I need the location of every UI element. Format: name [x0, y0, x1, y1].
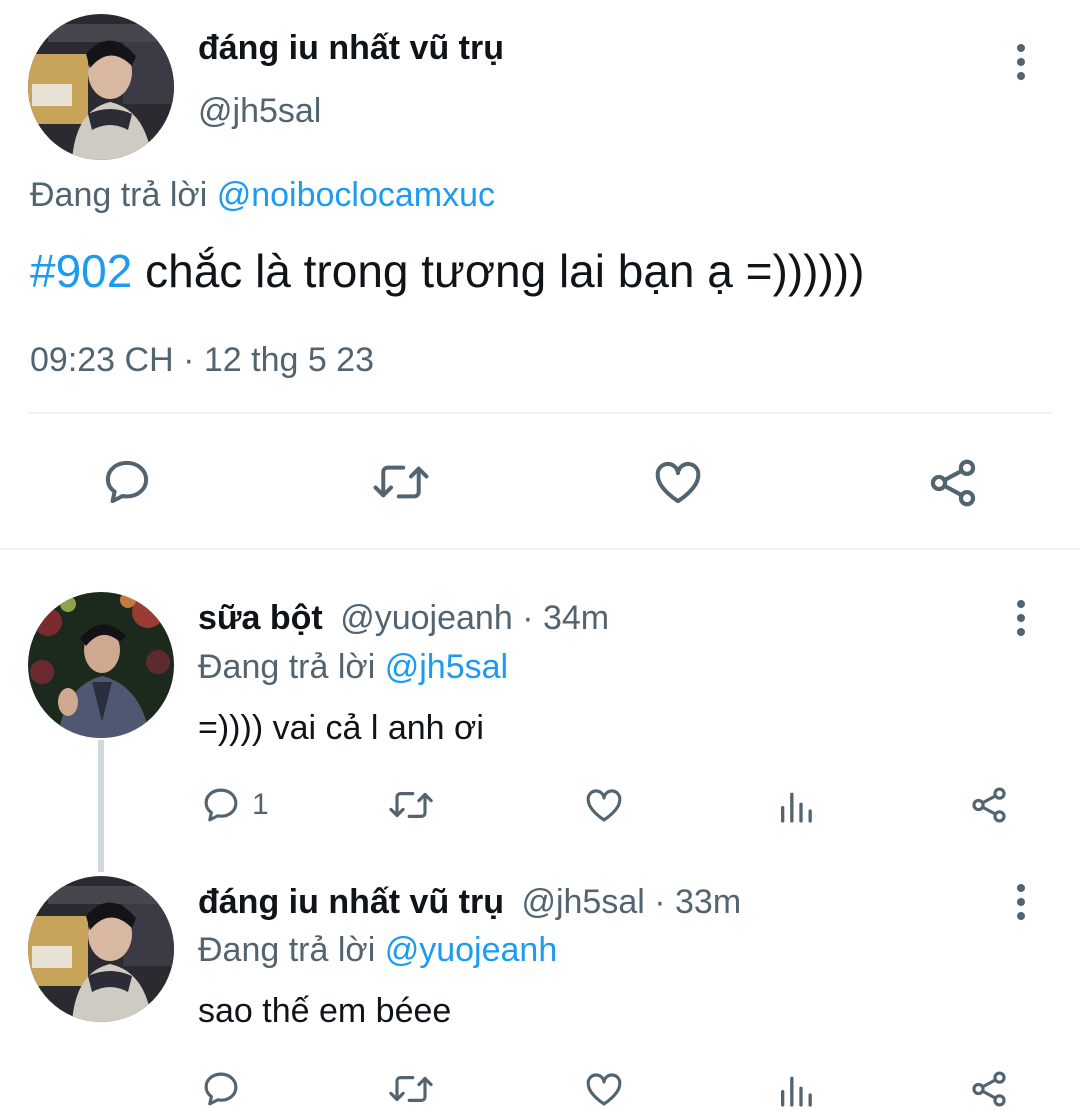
- reply-icon: [204, 788, 238, 822]
- replying-label: Đang trả lời: [198, 931, 376, 969]
- more-options-icon[interactable]: [1015, 600, 1027, 636]
- reply-text: =)))) vai cả l anh ơi: [198, 709, 484, 747]
- handle[interactable]: @yuojeanh: [340, 599, 513, 637]
- reply-header: sữa bột @yuojeanh · 34m: [198, 598, 609, 638]
- share-icon: [972, 1071, 1006, 1107]
- like-icon: [655, 461, 701, 504]
- replying-label: Đang trả lời: [30, 176, 208, 214]
- thread-line: [98, 740, 104, 872]
- handle[interactable]: @jh5sal: [198, 91, 321, 131]
- retweet-button[interactable]: [386, 1068, 436, 1110]
- analytics-icon: [781, 1076, 812, 1107]
- retweet-icon: [373, 465, 429, 499]
- display-name[interactable]: sữa bột: [198, 599, 323, 637]
- reply-button[interactable]: 1: [200, 784, 269, 826]
- avatar[interactable]: [28, 876, 174, 1022]
- reply-text: sao thế em béee: [198, 992, 452, 1030]
- analytics-icon: [781, 792, 812, 823]
- more-options-icon[interactable]: [1015, 44, 1027, 80]
- replying-to-link[interactable]: @yuojeanh: [385, 931, 558, 969]
- like-button[interactable]: [650, 455, 706, 509]
- reply-icon: [204, 1072, 238, 1106]
- replying-to-link[interactable]: @noiboclocamxuc: [217, 176, 495, 214]
- share-button[interactable]: [925, 455, 981, 511]
- display-name[interactable]: đáng iu nhất vũ trụ: [198, 28, 504, 68]
- replying-label: Đang trả lời: [198, 648, 376, 686]
- timestamp[interactable]: 09:23 CH · 12 thg 5 23: [30, 340, 374, 380]
- avatar[interactable]: [28, 14, 174, 160]
- avatar[interactable]: [28, 592, 174, 738]
- hashtag-link[interactable]: #902: [30, 245, 132, 297]
- like-icon: [586, 1073, 622, 1106]
- reply-button[interactable]: [100, 455, 154, 509]
- reply-icon: [105, 460, 149, 504]
- relative-time[interactable]: · 33m: [654, 883, 741, 921]
- analytics-button[interactable]: [776, 786, 816, 826]
- reply-button[interactable]: [200, 1068, 242, 1110]
- retweet-icon: [389, 1076, 433, 1102]
- retweet-button[interactable]: [386, 784, 436, 826]
- replying-to-line: Đang trả lời @jh5sal: [198, 647, 508, 687]
- analytics-button[interactable]: [776, 1070, 816, 1110]
- retweet-button[interactable]: [370, 455, 432, 509]
- replying-to-line: Đang trả lời @noiboclocamxuc: [30, 175, 495, 215]
- more-options-icon[interactable]: [1015, 884, 1027, 920]
- tweet-text: #902 chắc là trong tương lai bạn ạ =))))…: [30, 243, 864, 299]
- divider: [28, 412, 1052, 414]
- relative-time[interactable]: · 34m: [522, 599, 609, 637]
- share-button[interactable]: [968, 784, 1010, 826]
- reply-header: đáng iu nhất vũ trụ @jh5sal · 33m: [198, 882, 741, 922]
- display-name[interactable]: đáng iu nhất vũ trụ: [198, 883, 504, 921]
- share-icon: [972, 787, 1006, 823]
- like-button[interactable]: [582, 1068, 626, 1110]
- handle[interactable]: @jh5sal: [521, 883, 644, 921]
- replying-to-line: Đang trả lời @yuojeanh: [198, 930, 557, 970]
- share-icon: [930, 459, 976, 507]
- section-divider: [0, 548, 1080, 550]
- like-icon: [586, 789, 622, 822]
- tweet-body: chắc là trong tương lai bạn ạ =)))))): [132, 245, 865, 297]
- share-button[interactable]: [968, 1068, 1010, 1110]
- reply-count: 1: [252, 788, 269, 821]
- like-button[interactable]: [582, 784, 626, 826]
- retweet-icon: [389, 792, 433, 818]
- replying-to-link[interactable]: @jh5sal: [385, 648, 508, 686]
